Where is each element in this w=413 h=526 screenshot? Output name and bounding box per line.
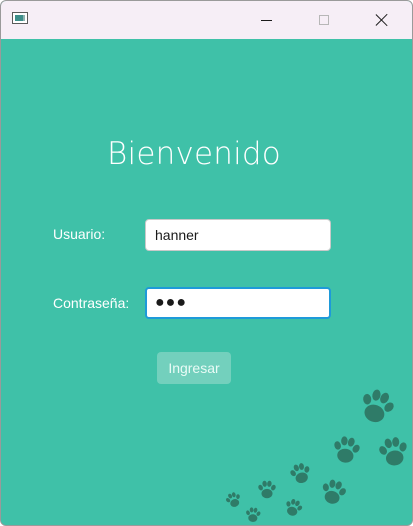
paw-prints-decoration [223,384,412,523]
password-input[interactable] [145,287,331,319]
paw-print-icon [244,506,262,523]
minimize-button[interactable] [237,1,295,39]
paw-print-icon [257,480,277,499]
username-input[interactable] [145,219,331,251]
paw-print-icon [330,434,363,465]
app-window-icon [12,12,28,24]
paw-print-icon [287,460,314,486]
login-panel: Bienvenido Usuario: Contraseña: Ingresar [1,39,412,525]
paw-print-icon [376,434,412,468]
close-icon [375,13,389,27]
welcome-heading: Bienvenido [107,136,281,172]
login-button[interactable]: Ingresar [157,352,231,384]
close-button[interactable] [353,1,411,39]
maximize-button[interactable] [295,1,353,39]
minimize-icon [260,19,272,21]
paw-print-icon [317,476,350,507]
maximize-icon [319,15,329,25]
title-bar[interactable] [1,1,412,39]
username-label: Usuario: [53,226,106,242]
paw-print-icon [282,496,305,519]
paw-print-icon [355,384,400,428]
password-label: Contraseña: [53,295,130,311]
paw-print-icon [223,490,244,510]
login-window: Bienvenido Usuario: Contraseña: Ingresar [0,0,413,526]
